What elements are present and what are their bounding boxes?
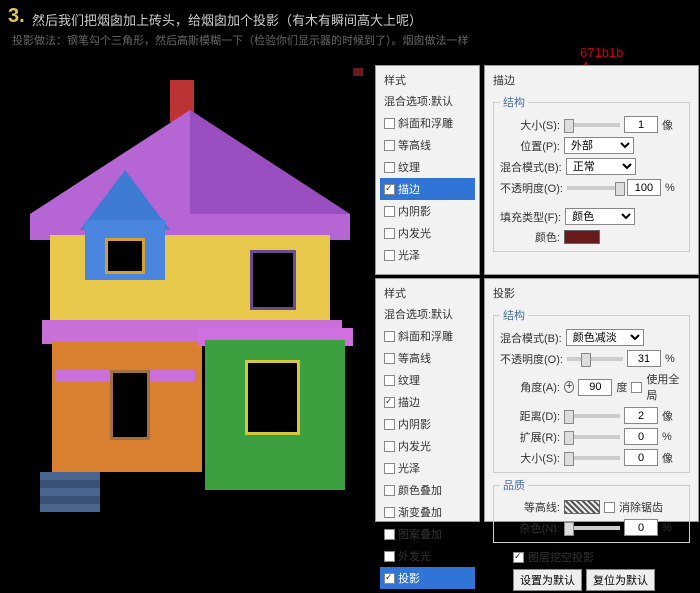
step-text: 然后我们把烟囱加上砖头，给烟囱加个投影（有木有瞬间高大上呢） — [32, 10, 422, 29]
checkbox[interactable] — [384, 184, 395, 195]
styles-panel-1: 样式 混合选项:默认 斜面和浮雕等高线纹理描边内阴影内发光光泽 — [375, 65, 480, 275]
panel-title: 样式 — [380, 283, 475, 303]
noise-slider[interactable] — [564, 526, 620, 530]
global-checkbox[interactable] — [631, 382, 642, 393]
checkbox[interactable] — [384, 228, 395, 239]
style-item[interactable]: 斜面和浮雕 — [380, 325, 475, 347]
opacity-input[interactable] — [627, 179, 661, 196]
mode-select[interactable]: 颜色减淡 — [566, 329, 644, 346]
style-item[interactable]: 等高线 — [380, 347, 475, 369]
checkbox[interactable] — [384, 529, 395, 540]
fill-select[interactable]: 颜色 — [565, 208, 635, 225]
panel-title: 样式 — [380, 70, 475, 90]
style-item[interactable]: 渐变叠加 — [380, 501, 475, 523]
distance-slider[interactable] — [564, 414, 620, 418]
checkbox[interactable] — [384, 573, 395, 584]
aa-checkbox[interactable] — [604, 502, 615, 513]
checkbox[interactable] — [384, 353, 395, 364]
checkbox[interactable] — [384, 485, 395, 496]
blend-options[interactable]: 混合选项:默认 — [380, 303, 475, 325]
size-slider[interactable] — [564, 456, 620, 460]
checkbox[interactable] — [384, 551, 395, 562]
color-hex-label: 671b1b — [580, 45, 623, 60]
style-item[interactable]: 内阴影 — [380, 413, 475, 435]
reset-button[interactable]: 复位为默认 — [586, 569, 655, 591]
styles-panel-2: 样式 混合选项:默认 斜面和浮雕等高线纹理描边内阴影内发光光泽颜色叠加渐变叠加图… — [375, 278, 480, 522]
blend-select[interactable]: 正常 — [566, 158, 636, 175]
spread-input[interactable] — [624, 428, 658, 445]
position-select[interactable]: 外部 — [564, 137, 634, 154]
style-item[interactable]: 描边 — [380, 178, 475, 200]
checkbox[interactable] — [384, 419, 395, 430]
blend-options[interactable]: 混合选项:默认 — [380, 90, 475, 112]
opacity-slider[interactable] — [567, 357, 623, 361]
distance-input[interactable] — [624, 407, 658, 424]
style-item[interactable]: 斜面和浮雕 — [380, 112, 475, 134]
style-item[interactable]: 纹理 — [380, 369, 475, 391]
style-item[interactable]: 投影 — [380, 567, 475, 589]
default-button[interactable]: 设置为默认 — [513, 569, 582, 591]
knockout-checkbox[interactable] — [513, 552, 524, 563]
style-item[interactable]: 图案叠加 — [380, 523, 475, 545]
contour-picker[interactable] — [564, 500, 600, 514]
style-item[interactable]: 内发光 — [380, 435, 475, 457]
hint-text: 投影做法：钢笔勾个三角形，然后高斯模糊一下（检验你们显示器的时候到了）。烟囱做法… — [12, 32, 469, 48]
step-number: 3. — [8, 5, 25, 28]
style-item[interactable]: 等高线 — [380, 134, 475, 156]
checkbox[interactable] — [384, 441, 395, 452]
size-input[interactable] — [624, 449, 658, 466]
style-item[interactable]: 描边 — [380, 391, 475, 413]
checkbox[interactable] — [384, 507, 395, 518]
size-input[interactable] — [624, 116, 658, 133]
spread-slider[interactable] — [564, 435, 620, 439]
angle-input[interactable] — [578, 379, 612, 396]
chimney-swatch — [353, 68, 363, 76]
style-item[interactable]: 内发光 — [380, 222, 475, 244]
panel-title: 描边 — [489, 70, 694, 90]
stroke-panel: 描边 结构 大小(S):像 位置(P):外部 混合模式(B):正常 不透明度(O… — [484, 65, 699, 275]
checkbox[interactable] — [384, 206, 395, 217]
checkbox[interactable] — [384, 331, 395, 342]
style-item[interactable]: 光泽 — [380, 244, 475, 266]
panel-title: 投影 — [489, 283, 694, 303]
style-item[interactable]: 内阴影 — [380, 200, 475, 222]
style-item[interactable]: 光泽 — [380, 457, 475, 479]
opacity-slider[interactable] — [567, 186, 623, 190]
checkbox[interactable] — [384, 162, 395, 173]
style-item[interactable]: 纹理 — [380, 156, 475, 178]
style-item[interactable]: 外发光 — [380, 545, 475, 567]
style-item[interactable]: 颜色叠加 — [380, 479, 475, 501]
checkbox[interactable] — [384, 463, 395, 474]
checkbox[interactable] — [384, 250, 395, 261]
house-illustration — [20, 80, 360, 500]
checkbox[interactable] — [384, 375, 395, 386]
opacity-input[interactable] — [627, 350, 661, 367]
checkbox[interactable] — [384, 397, 395, 408]
checkbox[interactable] — [384, 118, 395, 129]
color-swatch[interactable] — [564, 230, 600, 244]
checkbox[interactable] — [384, 140, 395, 151]
size-slider[interactable] — [564, 123, 620, 127]
shadow-panel: 投影 结构 混合模式(B):颜色减淡 不透明度(O):% 角度(A):度使用全局… — [484, 278, 699, 522]
angle-dial[interactable] — [564, 381, 574, 393]
